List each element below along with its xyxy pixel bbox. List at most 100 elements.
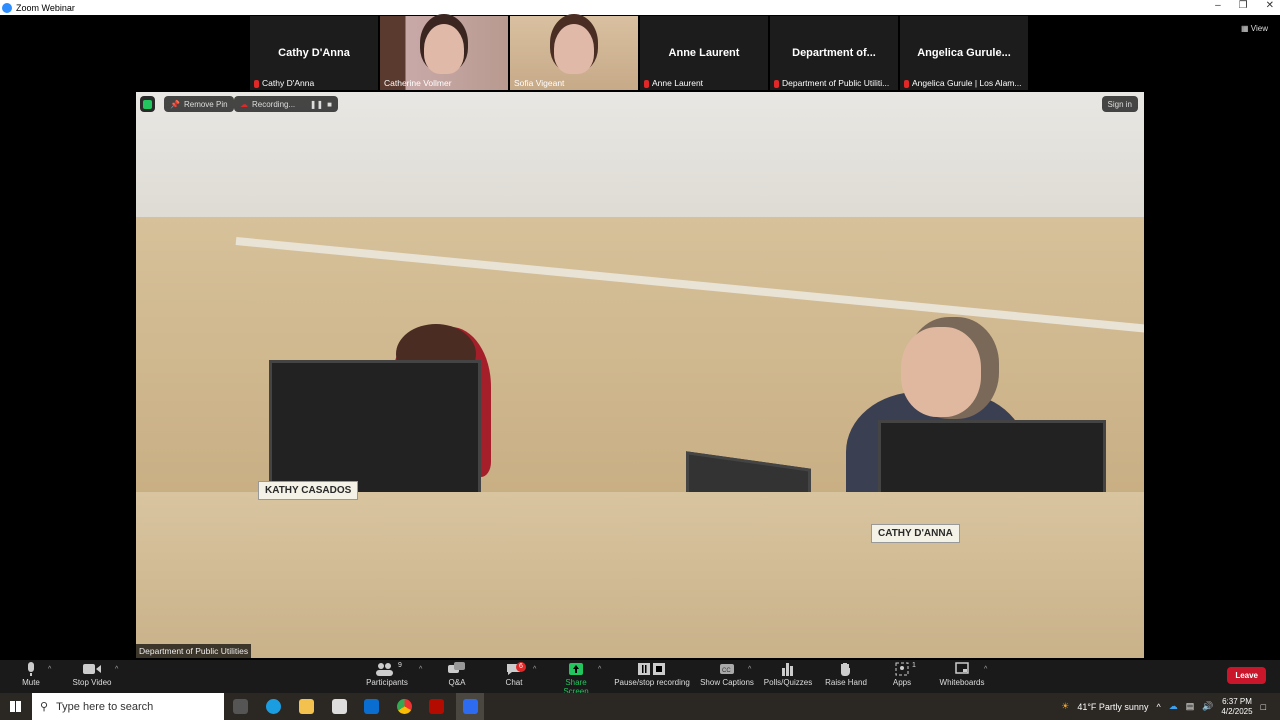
participants-icon xyxy=(376,663,393,676)
apps-button[interactable]: Apps 1 xyxy=(890,662,916,687)
view-button[interactable]: ▦ View xyxy=(1241,24,1268,33)
mic-muted-icon xyxy=(904,79,909,88)
bar-chart-icon xyxy=(782,663,793,676)
notifications-icon[interactable]: □ xyxy=(1261,702,1266,712)
microphone-icon xyxy=(28,662,34,676)
participant-tile[interactable]: Cathy D'Anna Cathy D'Anna xyxy=(250,16,378,90)
file-explorer-icon[interactable] xyxy=(299,699,314,714)
title-bar: Zoom Webinar – ❐ ✕ xyxy=(0,0,1280,15)
meeting-toolbar: Mute ^ Stop Video ^ Participants 9 ^ Q&A … xyxy=(0,660,1280,696)
raise-hand-button[interactable]: Raise Hand xyxy=(825,662,867,687)
show-captions-button[interactable]: CC Show Captions xyxy=(700,662,754,687)
main-video: KATHY CASADOS CATHY D'ANNA 📌 Remove Pin ☁… xyxy=(136,92,1144,658)
participants-caret[interactable]: ^ xyxy=(419,666,422,673)
svg-text:CC: CC xyxy=(722,668,731,674)
video-options-caret[interactable]: ^ xyxy=(115,666,118,673)
participant-name: Angelica Gurule... xyxy=(917,47,1011,59)
participants-button[interactable]: Participants 9 xyxy=(364,662,410,687)
mic-muted-icon xyxy=(774,79,779,88)
chrome-icon[interactable] xyxy=(397,699,412,714)
weather-icon: ☀ xyxy=(1061,701,1070,711)
desk xyxy=(136,492,1144,658)
webcam-person xyxy=(424,24,464,74)
webcam-person xyxy=(554,24,594,74)
weather-text[interactable]: 41°F Partly sunny xyxy=(1077,702,1148,712)
whiteboards-caret[interactable]: ^ xyxy=(984,666,987,673)
store-icon[interactable] xyxy=(332,699,347,714)
person-right-head xyxy=(901,327,981,417)
zoom-logo-icon xyxy=(2,2,12,13)
acrobat-icon[interactable] xyxy=(429,699,444,714)
participant-label: Angelica Gurule | Los Alam... xyxy=(904,78,1026,88)
share-caret[interactable]: ^ xyxy=(598,666,601,673)
polls-button[interactable]: Polls/Quizzes xyxy=(762,662,814,687)
participant-strip: Cathy D'Anna Cathy D'Anna Catherine Vollm… xyxy=(250,16,1030,90)
participant-label: Cathy D'Anna xyxy=(254,78,376,88)
audio-options-caret[interactable]: ^ xyxy=(48,666,51,673)
participant-name: Cathy D'Anna xyxy=(278,47,350,59)
chat-button[interactable]: Chat 6 xyxy=(502,662,526,687)
mic-muted-icon xyxy=(644,79,649,88)
pin-icon: 📌 xyxy=(170,99,180,109)
sign-in-button[interactable]: Sign in xyxy=(1101,96,1138,112)
network-icon[interactable]: ▤ xyxy=(1186,701,1195,712)
participant-label: Catherine Vollmer xyxy=(384,78,452,88)
restore-button[interactable]: ❐ xyxy=(1239,0,1248,11)
participant-label: Sofia Vigeant xyxy=(514,78,565,88)
system-tray: ☀ 41°F Partly sunny ^ ☁ ▤ 🔊 6:37 PM 4/2/2… xyxy=(1061,693,1280,720)
stop-recording-button[interactable]: ■ xyxy=(327,100,332,109)
participant-tile-video[interactable]: Catherine Vollmer xyxy=(380,16,508,90)
windows-taskbar: ⚲ Type here to search ☀ 41°F Partly sunny… xyxy=(0,693,1280,720)
participant-tile[interactable]: Anne Laurent Anne Laurent xyxy=(640,16,768,90)
pause-stop-icon xyxy=(638,663,665,675)
zoom-taskbar-icon[interactable] xyxy=(463,699,478,714)
apps-icon xyxy=(895,662,909,676)
camera-icon xyxy=(83,664,101,674)
nameplate-left: KATHY CASADOS xyxy=(258,481,359,500)
windows-start-icon[interactable] xyxy=(10,701,21,712)
chat-caret[interactable]: ^ xyxy=(533,666,536,673)
qa-icon xyxy=(448,662,465,673)
apps-count: 1 xyxy=(912,662,916,669)
nameplate-right: CATHY D'ANNA xyxy=(871,524,960,543)
edge-icon[interactable] xyxy=(266,699,281,714)
onedrive-icon[interactable]: ☁ xyxy=(1169,701,1178,712)
qa-button[interactable]: Q&A xyxy=(445,662,469,687)
wall xyxy=(136,92,1144,232)
participant-tile[interactable]: Angelica Gurule... Angelica Gurule | Los … xyxy=(900,16,1028,90)
window-title: Zoom Webinar xyxy=(16,2,75,13)
participant-tile-video[interactable]: Sofia Vigeant xyxy=(510,16,638,90)
tray-overflow-icon[interactable]: ^ xyxy=(1156,702,1160,712)
chat-badge: 6 xyxy=(516,662,526,672)
participant-label: Department of Public Utiliti... xyxy=(774,78,896,88)
recording-cloud-icon: ☁ xyxy=(240,99,248,109)
close-button[interactable]: ✕ xyxy=(1266,0,1274,11)
participant-name: Department of... xyxy=(792,47,876,59)
mic-muted-icon xyxy=(254,79,259,88)
clock[interactable]: 6:37 PM 4/2/2025 xyxy=(1221,697,1252,717)
participants-count: 9 xyxy=(398,662,402,669)
speaker-label: Department of Public Utilities xyxy=(136,644,252,658)
security-shield-icon[interactable] xyxy=(140,96,155,112)
participant-name: Anne Laurent xyxy=(668,47,740,59)
whiteboards-button[interactable]: Whiteboards xyxy=(936,662,988,687)
volume-icon[interactable]: 🔊 xyxy=(1202,701,1213,712)
minimize-button[interactable]: – xyxy=(1215,0,1221,11)
leave-button[interactable]: Leave xyxy=(1227,667,1266,684)
recording-indicator: ☁ Recording... ❚❚ ■ xyxy=(234,96,338,112)
search-icon: ⚲ xyxy=(40,701,49,713)
whiteboard-icon xyxy=(955,662,969,674)
share-screen-button[interactable]: Share Screen xyxy=(552,662,600,696)
taskbar-search-input[interactable]: ⚲ Type here to search xyxy=(32,693,224,720)
task-view-icon[interactable] xyxy=(233,699,248,714)
participant-label: Anne Laurent xyxy=(644,78,766,88)
mute-button[interactable]: Mute xyxy=(18,662,44,687)
remove-pin-button[interactable]: 📌 Remove Pin xyxy=(164,96,234,112)
hand-icon xyxy=(841,663,850,676)
stop-video-button[interactable]: Stop Video xyxy=(70,662,114,687)
participant-tile[interactable]: Department of... Department of Public Uti… xyxy=(770,16,898,90)
pause-stop-recording-button[interactable]: Pause/stop recording xyxy=(613,662,691,687)
captions-caret[interactable]: ^ xyxy=(748,666,751,673)
outlook-icon[interactable] xyxy=(364,699,379,714)
pause-recording-button[interactable]: ❚❚ xyxy=(310,100,323,109)
